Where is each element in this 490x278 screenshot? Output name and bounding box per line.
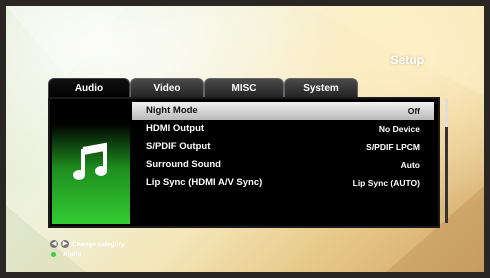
footer-hints: ◀ ▶ Change category Audio bbox=[50, 239, 125, 259]
setting-value: Lip Sync (AUTO) bbox=[352, 178, 420, 188]
setting-row-night-mode[interactable]: Night Mode Off bbox=[132, 102, 434, 120]
left-arrow-key-icon: ◀ bbox=[50, 240, 58, 248]
current-category-hint: Audio bbox=[50, 249, 125, 259]
tab-system[interactable]: System bbox=[284, 78, 358, 98]
tab-bar: Audio Video MISC System bbox=[48, 78, 440, 98]
setting-row-lip-sync[interactable]: Lip Sync (HDMI A/V Sync) Lip Sync (AUTO) bbox=[132, 174, 434, 192]
setting-label: HDMI Output bbox=[146, 123, 205, 134]
page-title: Setup bbox=[390, 53, 424, 67]
setting-value: Auto bbox=[400, 160, 420, 170]
setting-value: Off bbox=[407, 106, 420, 116]
settings-list: Night Mode Off HDMI Output No Device S/P… bbox=[132, 102, 434, 192]
green-dot-icon bbox=[51, 251, 56, 257]
setting-label: Night Mode bbox=[146, 105, 198, 116]
setting-row-hdmi-output[interactable]: HDMI Output No Device bbox=[132, 120, 434, 138]
setting-row-spdif-output[interactable]: S/PDIF Output S/PDIF LPCM bbox=[132, 138, 434, 156]
right-arrow-key-icon: ▶ bbox=[61, 240, 69, 248]
setting-value: No Device bbox=[378, 124, 420, 134]
change-category-hint: ◀ ▶ Change category bbox=[50, 239, 125, 249]
setting-row-surround-sound[interactable]: Surround Sound Auto bbox=[132, 156, 434, 174]
tab-misc[interactable]: MISC bbox=[204, 78, 284, 98]
current-category-label: Audio bbox=[63, 250, 82, 258]
setting-label: Surround Sound bbox=[146, 159, 221, 170]
scrollbar-thumb[interactable] bbox=[445, 99, 448, 127]
setting-value: S/PDIF LPCM bbox=[366, 142, 420, 152]
settings-panel: Night Mode Off HDMI Output No Device S/P… bbox=[48, 97, 440, 228]
setting-label: Lip Sync (HDMI A/V Sync) bbox=[146, 177, 263, 188]
change-category-label: Change category bbox=[72, 240, 125, 248]
setting-label: S/PDIF Output bbox=[146, 141, 211, 152]
tab-video[interactable]: Video bbox=[130, 78, 204, 98]
category-icon-box bbox=[52, 101, 130, 224]
music-note-icon bbox=[73, 142, 107, 180]
tab-audio[interactable]: Audio bbox=[48, 78, 130, 98]
scrollbar[interactable] bbox=[445, 99, 448, 223]
